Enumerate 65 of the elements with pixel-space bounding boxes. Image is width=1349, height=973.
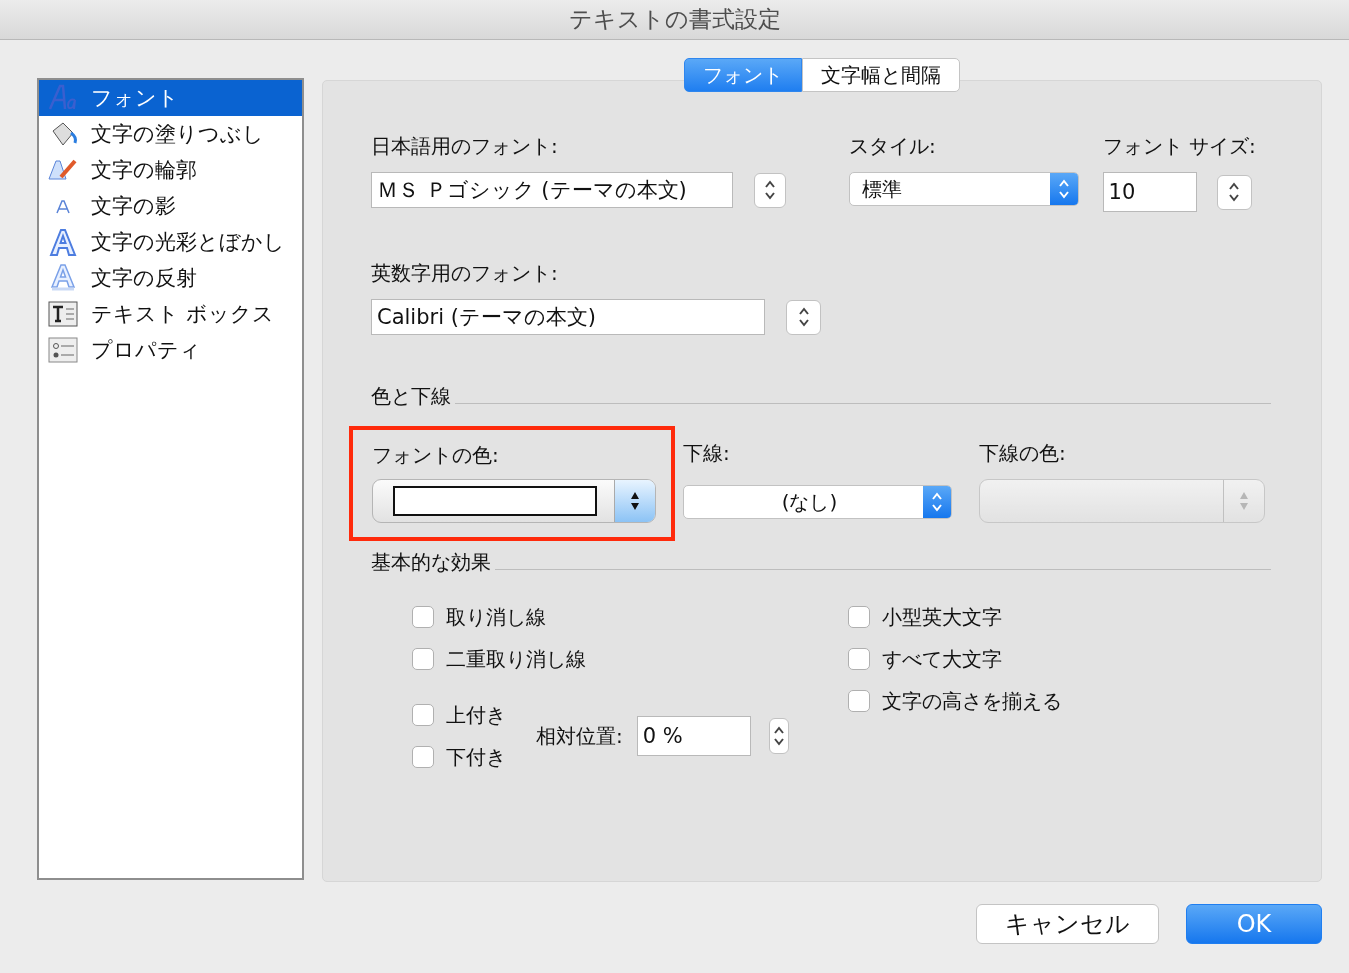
checkbox-label: 小型英大文字	[882, 603, 1002, 631]
category-item[interactable]: 文字の光彩とぼかし	[39, 224, 302, 260]
category-item[interactable]: 文字の影	[39, 188, 302, 224]
field-label: 英数字用のフォント:	[371, 260, 559, 287]
input-field[interactable]: 0 %	[636, 716, 751, 756]
category-label: テキスト ボックス	[91, 301, 274, 328]
category-label: 文字の輪郭	[91, 157, 197, 184]
input-field[interactable]: ＭＳ Ｐゴシック (テーマの本文)	[371, 172, 733, 208]
style-select[interactable]: 標準	[849, 172, 1079, 206]
chevron-up-down-icon	[1058, 178, 1070, 200]
text-box-icon	[47, 299, 79, 329]
stepper-button[interactable]	[753, 172, 786, 208]
up-down-arrows-icon	[1239, 490, 1249, 512]
chevron-up-down-icon	[797, 306, 810, 328]
checkbox[interactable]	[848, 648, 870, 670]
category-item[interactable]: 文字の反射	[39, 260, 302, 296]
dialog-button[interactable]: キャンセル	[976, 904, 1159, 944]
checkbox[interactable]	[412, 746, 434, 768]
chevron-up-down-icon	[763, 179, 776, 201]
field-label: スタイル:	[849, 133, 937, 160]
checkbox-label: すべて大文字	[882, 645, 1002, 673]
stepper-button[interactable]	[786, 299, 821, 335]
checkbox-label: 上付き	[446, 701, 506, 729]
category-label: 文字の塗りつぶし	[91, 121, 264, 148]
category-item[interactable]: テキスト ボックス	[39, 296, 302, 332]
field-label: フォント サイズ:	[1102, 133, 1257, 160]
checkbox[interactable]	[848, 690, 870, 712]
tab[interactable]: 文字幅と間隔	[802, 58, 960, 92]
category-label: フォント	[91, 85, 179, 112]
chevron-up-down-icon	[1228, 181, 1241, 203]
checkbox-label: 二重取り消し線	[446, 645, 586, 673]
section-heading: 色と下線	[371, 383, 451, 410]
window-title: テキストの書式設定	[568, 5, 781, 34]
checkbox-label: 取り消し線	[446, 603, 546, 631]
field-label: フォントの色:	[372, 442, 500, 469]
field-label: 日本語用のフォント:	[371, 133, 559, 160]
input-field[interactable]: 10	[1102, 172, 1197, 212]
checkbox[interactable]	[412, 606, 434, 628]
checkbox[interactable]	[848, 606, 870, 628]
category-label: 文字の影	[91, 193, 176, 220]
category-label: プロパティ	[91, 337, 201, 364]
category-item[interactable]: プロパティ	[39, 332, 302, 368]
category-label: 文字の光彩とぼかし	[91, 229, 285, 256]
section-heading: 基本的な効果	[371, 549, 491, 576]
stepper-button[interactable]	[768, 718, 789, 754]
chevron-up-down-icon	[931, 491, 943, 513]
stepper-button[interactable]	[1216, 174, 1252, 210]
category-item[interactable]: 文字の塗りつぶし	[39, 116, 302, 152]
up-down-arrows-icon	[630, 490, 640, 512]
underline-select[interactable]: (なし)	[683, 485, 952, 519]
font-color-picker[interactable]	[372, 479, 656, 523]
field-label: 相対位置:	[536, 722, 623, 750]
input-field[interactable]: Calibri (テーマの本文)	[371, 299, 765, 335]
chevron-up-down-icon	[772, 725, 785, 747]
checkbox-label: 下付き	[446, 743, 506, 771]
properties-icon	[47, 335, 79, 365]
category-item[interactable]: 文字の輪郭	[39, 152, 302, 188]
glowing-letter-icon	[47, 227, 79, 257]
field-label: 下線:	[683, 440, 731, 467]
checkbox-label: 文字の高さを揃える	[882, 687, 1062, 715]
checkbox[interactable]	[412, 648, 434, 670]
category-item[interactable]: フォント	[39, 80, 302, 116]
field-label: 下線の色:	[979, 440, 1067, 467]
checkbox[interactable]	[412, 704, 434, 726]
category-label: 文字の反射	[91, 265, 197, 292]
